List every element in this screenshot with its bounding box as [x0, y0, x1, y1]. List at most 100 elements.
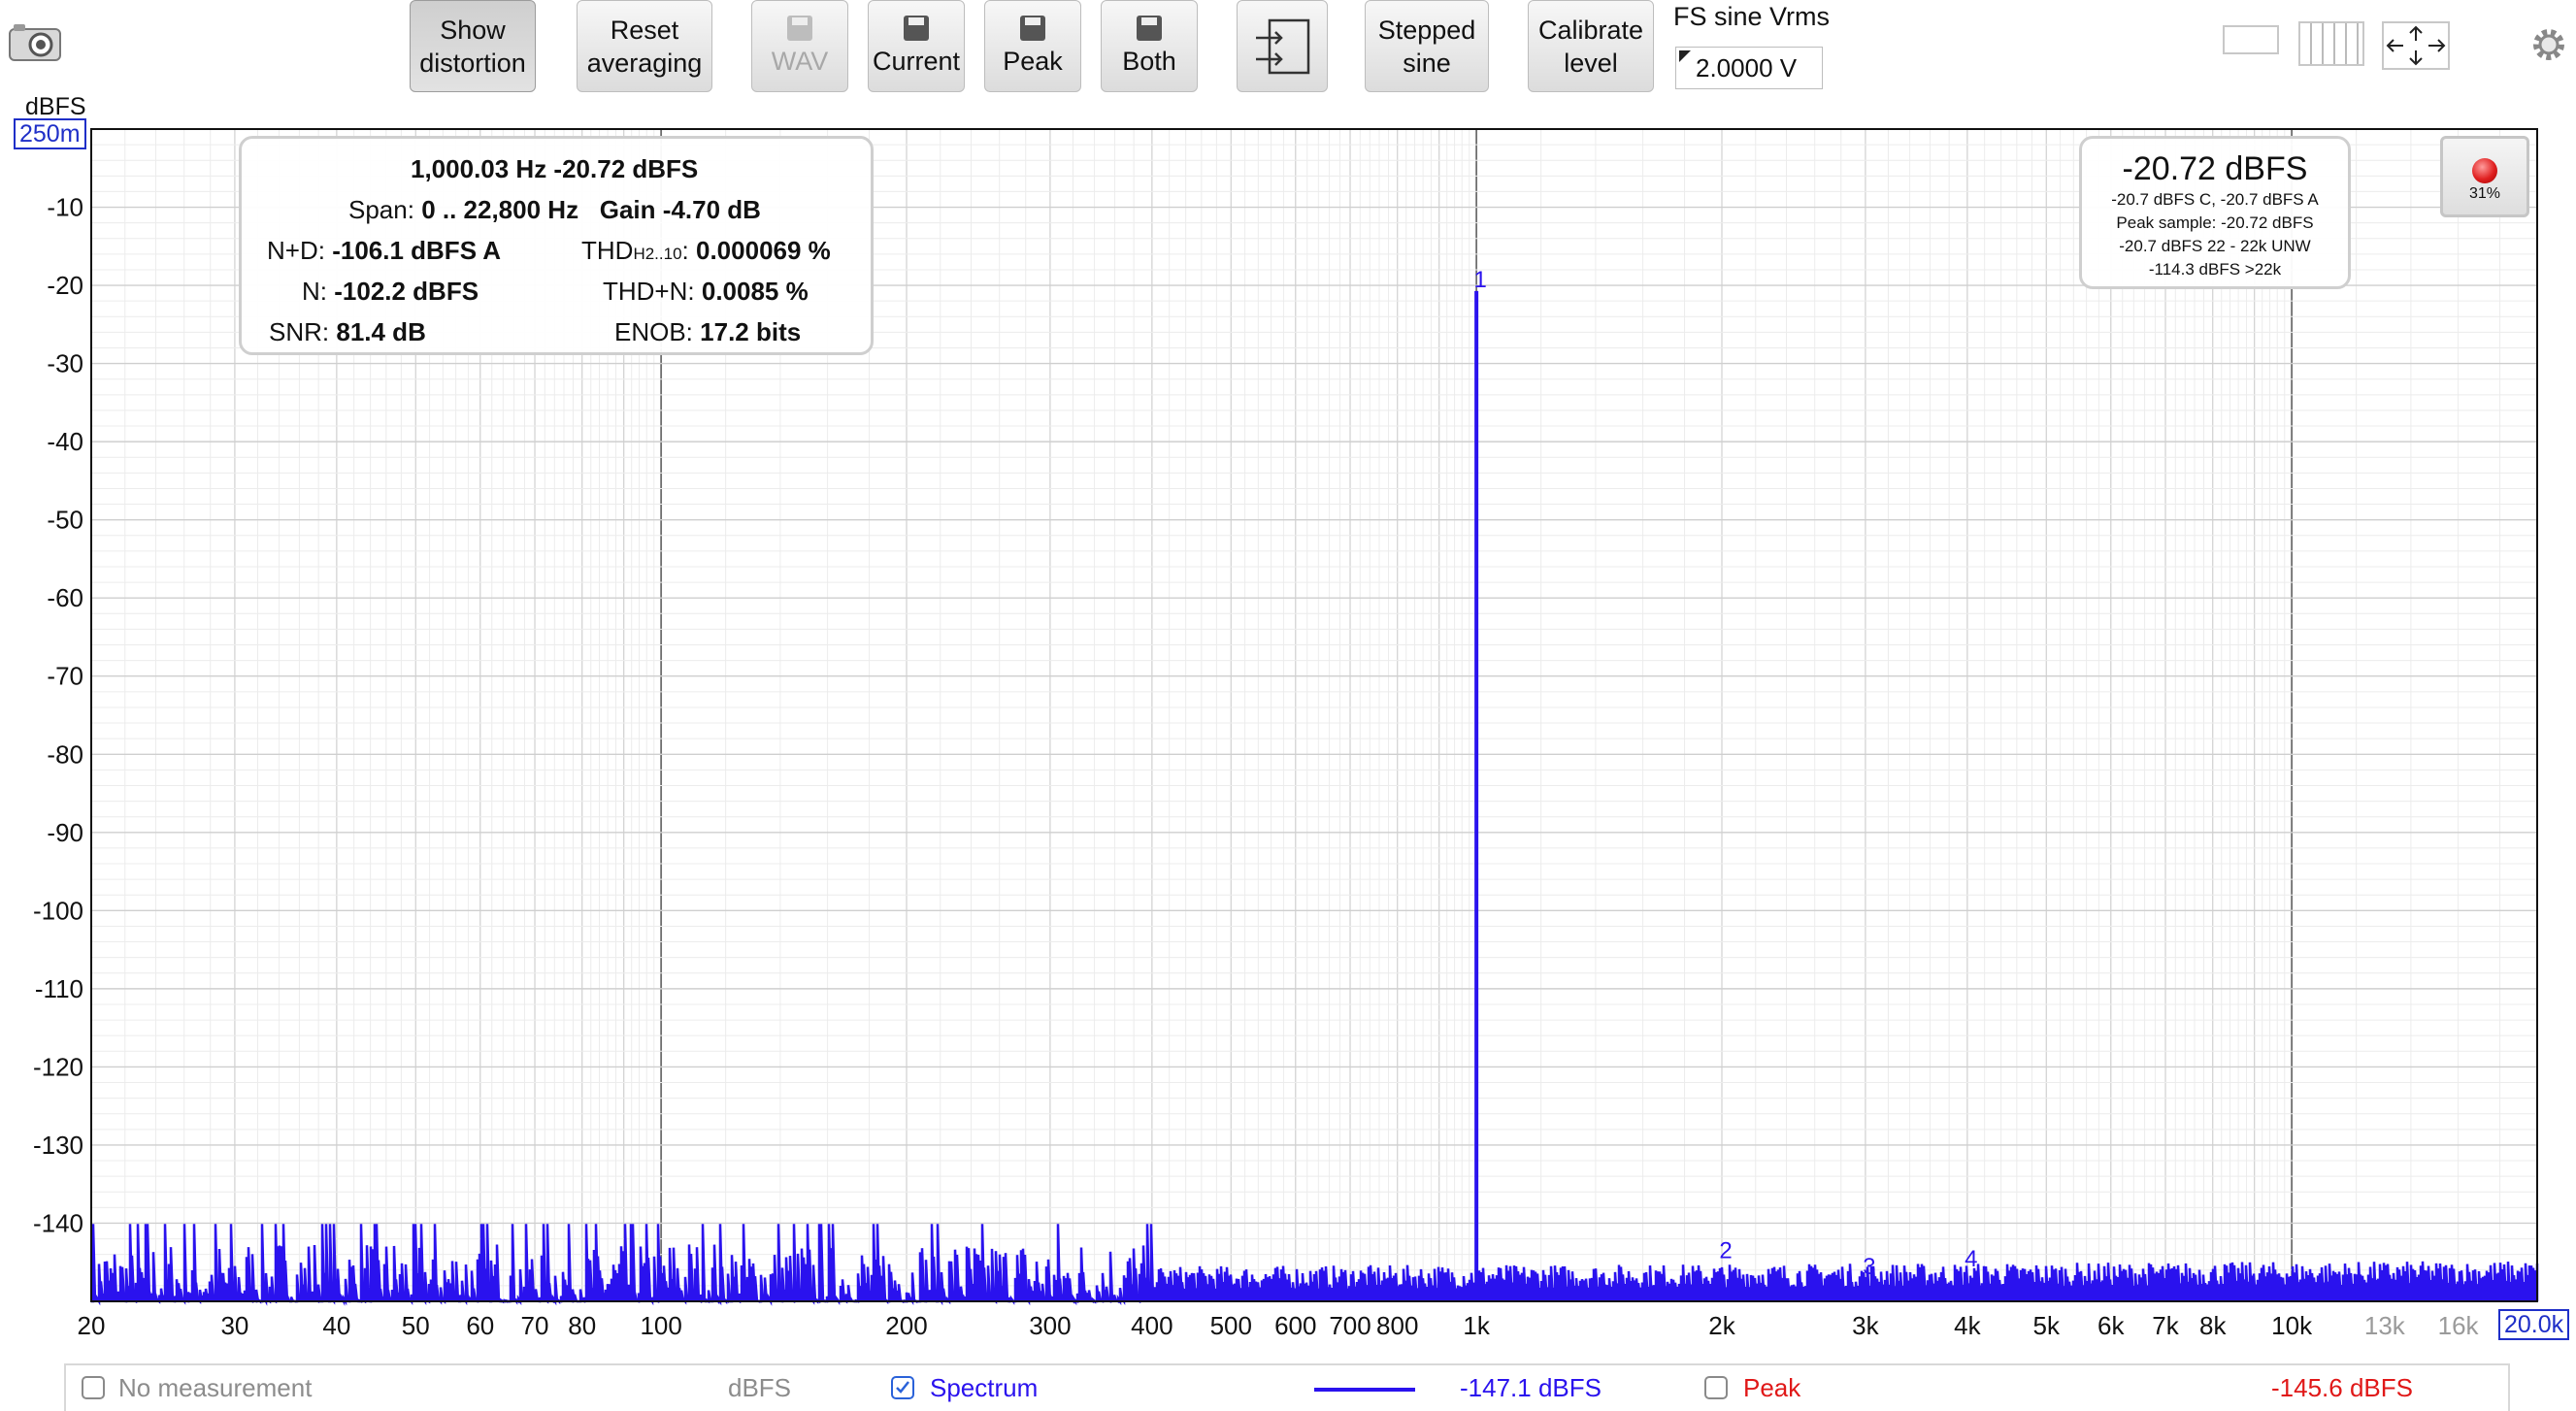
record-indicator[interactable]: 31%: [2440, 136, 2529, 217]
y-tick-label: -90: [47, 818, 83, 847]
nd-value: -106.1 dBFS A: [332, 236, 502, 265]
harmonic-marker-3: 3: [1863, 1254, 1875, 1280]
peak-legend-value: -145.6 dBFS: [2271, 1373, 2413, 1402]
save-icon: [1020, 15, 1045, 41]
no-measurement-checkbox[interactable]: [82, 1376, 105, 1399]
level-main-value: -20.72 dBFS: [2122, 150, 2308, 187]
y-tick-label: -10: [47, 193, 83, 222]
fs-value-field[interactable]: 2.0000 V: [1675, 47, 1823, 89]
show-distortion-label-1: Show: [440, 15, 506, 45]
stepped-sine-label-1: Stepped: [1377, 15, 1476, 45]
stepped-sine-button[interactable]: Stepped sine: [1365, 0, 1489, 92]
import-button[interactable]: [1237, 0, 1328, 92]
thdn-value: 0.0085 %: [701, 277, 809, 306]
folder-icon: [787, 15, 812, 41]
n-label: N:: [302, 277, 327, 306]
save-peak-button[interactable]: Peak: [984, 0, 1081, 92]
snr-row: SNR: 81.4 dB: [269, 317, 426, 347]
x-tick-label: 4k: [1954, 1311, 1981, 1340]
zoom-arrows-icon[interactable]: [2382, 21, 2450, 70]
level-line-2: Peak sample: -20.72 dBFS: [2116, 213, 2314, 232]
x-tick-label: 16k: [2438, 1311, 2480, 1340]
save-current-button[interactable]: Current: [868, 0, 965, 92]
peak-label: Peak: [1003, 46, 1063, 76]
thd-value: 0.000069 %: [696, 236, 831, 265]
y-tick-label: -110: [35, 974, 83, 1003]
harmonic-marker-4: 4: [1965, 1246, 1977, 1272]
snr-value: 81.4 dB: [336, 317, 426, 346]
y-tick-label: -130: [33, 1131, 83, 1160]
save-both-button[interactable]: Both: [1101, 0, 1198, 92]
thd-label-sub: H2..10: [633, 245, 682, 263]
y-top-limit-field[interactable]: 250m: [14, 118, 86, 149]
fs-sine-label: FS sine Vrms: [1673, 2, 1831, 31]
level-line-4: -114.3 dBFS >22k: [2148, 260, 2282, 279]
calibrate-level-button[interactable]: Calibrate level: [1528, 0, 1654, 92]
stepped-sine-label-2: sine: [1403, 48, 1451, 78]
calibrate-level-label-2: level: [1564, 48, 1618, 78]
x-tick-label: 20: [78, 1311, 106, 1340]
x-tick-label: 30: [220, 1311, 248, 1340]
y-tick-label: -120: [33, 1052, 83, 1081]
span-label: Span:: [348, 195, 414, 224]
y-tick-label: -20: [47, 271, 83, 300]
x-tick-label: 300: [1029, 1311, 1071, 1340]
checkmark-icon: [896, 1381, 909, 1394]
harmonic-marker-2: 2: [1719, 1238, 1732, 1264]
x-tick-label: 2k: [1708, 1311, 1735, 1340]
save-icon: [904, 15, 929, 41]
spectrum-line-swatch: [1314, 1388, 1415, 1392]
reset-averaging-label-1: Reset: [610, 15, 679, 45]
save-icon: [1137, 15, 1162, 41]
x-tick-label: 500: [1210, 1311, 1252, 1340]
gain-value: -4.70 dB: [662, 195, 761, 224]
spectrum-legend-label: Spectrum: [930, 1373, 1039, 1402]
x-tick-label: 6k: [2097, 1311, 2125, 1340]
x-tick-label: 8k: [2199, 1311, 2227, 1340]
gain-label: Gain: [599, 195, 656, 224]
both-label: Both: [1122, 46, 1176, 76]
harmonic-marker-1: 1: [1473, 267, 1486, 293]
x-tick-label: 400: [1131, 1311, 1172, 1340]
y-tick-label: -40: [47, 427, 83, 456]
enob-value: 17.2 bits: [700, 317, 802, 346]
x-tick-label: 800: [1376, 1311, 1418, 1340]
x-tick-label: 100: [640, 1311, 681, 1340]
import-icon: [1256, 18, 1310, 74]
frequency-level-readout: 1,000.03 Hz -20.72 dBFS: [411, 154, 699, 183]
snr-label: SNR:: [269, 317, 330, 346]
settings-gear-icon[interactable]: [2527, 23, 2570, 66]
spectrum-checkbox[interactable]: [891, 1376, 914, 1399]
x-tick-label: 200: [885, 1311, 927, 1340]
measurement-stats-panel: 1,000.03 Hz -20.72 dBFS Span: 0 .. 22,80…: [239, 136, 874, 355]
fs-value: 2.0000 V: [1696, 53, 1798, 82]
spectrum-legend-value: -147.1 dBFS: [1460, 1373, 1602, 1402]
y-tick-label: -100: [33, 896, 83, 925]
peak-checkbox[interactable]: [1704, 1376, 1728, 1399]
bars-view-icon[interactable]: [2298, 21, 2364, 66]
level-line-1: -20.7 dBFS C, -20.7 dBFS A: [2111, 190, 2319, 209]
level-readout-panel: -20.72 dBFS -20.7 dBFS C, -20.7 dBFS A P…: [2079, 136, 2351, 289]
show-distortion-button[interactable]: Show distortion: [410, 0, 536, 92]
camera-icon[interactable]: [8, 21, 62, 64]
legend-footer: [64, 1363, 2510, 1411]
peak-legend-label: Peak: [1743, 1373, 1801, 1402]
fs-value-corner-icon: [1679, 50, 1691, 62]
x-end-limit-field[interactable]: 20.0k: [2498, 1309, 2570, 1340]
wav-button[interactable]: WAV: [751, 0, 848, 92]
x-tick-label: 70: [521, 1311, 549, 1340]
no-measurement-label: No measurement: [118, 1373, 313, 1402]
n-row: N: -102.2 dBFS: [302, 277, 479, 307]
view-toggle-box[interactable]: [2223, 25, 2279, 54]
calibrate-level-label-1: Calibrate: [1537, 15, 1644, 45]
y-tick-label: -70: [47, 662, 83, 691]
span-value: 0 .. 22,800 Hz: [421, 195, 579, 224]
reset-averaging-button[interactable]: Reset averaging: [577, 0, 712, 92]
y-tick-label: -50: [47, 506, 83, 535]
thdn-row: THD+N: 0.0085 %: [603, 277, 809, 307]
footer-unit-label: dBFS: [728, 1373, 792, 1402]
thd-label: THD: [581, 236, 634, 265]
x-tick-label: 50: [402, 1311, 430, 1340]
n-value: -102.2 dBFS: [334, 277, 479, 306]
y-tick-label: -140: [33, 1208, 83, 1237]
